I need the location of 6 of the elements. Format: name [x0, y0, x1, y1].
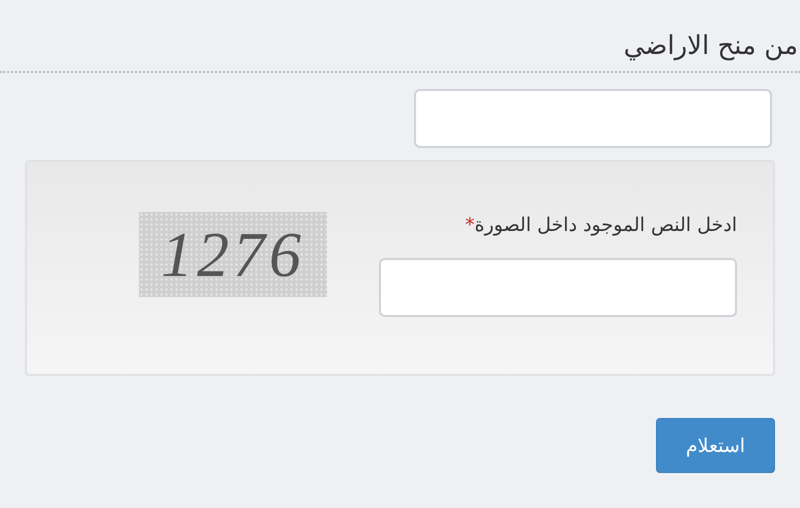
- captcha-label: ادخل النص الموجود داخل الصورة*: [464, 214, 737, 236]
- captcha-field[interactable]: [379, 258, 737, 317]
- submit-button[interactable]: استعلام: [656, 418, 775, 473]
- captcha-image: 1276: [139, 212, 327, 297]
- input-field[interactable]: [414, 89, 772, 148]
- page-title: من منح الاراضي: [624, 31, 798, 61]
